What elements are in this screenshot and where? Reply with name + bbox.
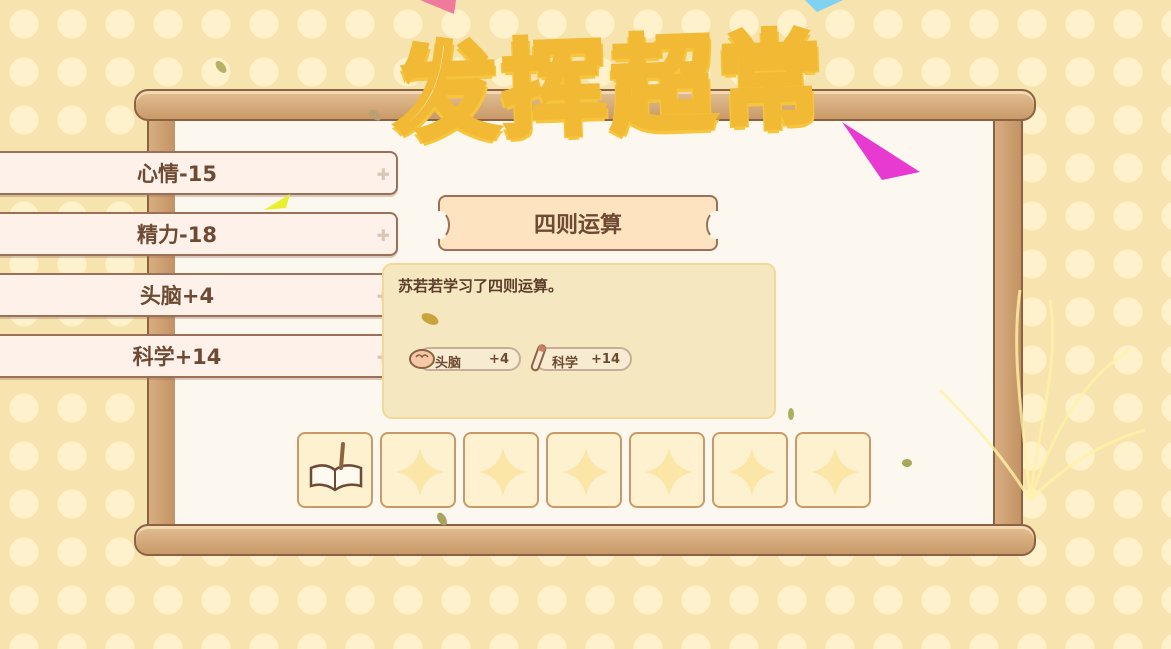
frame-rod-bottom — [134, 524, 1036, 556]
falling-leaf-icon — [437, 512, 447, 526]
reward-value: +14 — [591, 352, 620, 367]
falling-leaf-icon — [369, 109, 381, 121]
empty-slot-star-icon — [728, 448, 776, 496]
inventory-slot[interactable] — [629, 432, 705, 508]
inventory-slot[interactable] — [712, 432, 788, 508]
falling-leaf-icon — [215, 61, 227, 73]
empty-slot-star-icon — [562, 448, 610, 496]
brain-icon — [409, 349, 435, 369]
event-description-panel: 苏若若学习了四则运算。 头脑 +4 科学 +14 — [382, 263, 776, 419]
stat-change-energy: 精力-18 ✚ — [0, 212, 398, 256]
firework-sparkle-icon — [938, 289, 1146, 502]
reward-name: 头脑 — [435, 356, 462, 371]
stat-change-label: 心情-15 — [137, 162, 217, 186]
confetti-yellow-icon — [264, 194, 290, 210]
event-description: 苏若若学习了四则运算。 — [398, 277, 564, 295]
inventory-slot[interactable] — [463, 432, 539, 508]
sparkle-icon: ✚ — [376, 165, 390, 184]
sparkle-icon: ✚ — [376, 226, 390, 245]
event-title-tag: 四则运算 — [430, 195, 726, 251]
event-title: 四则运算 — [533, 213, 622, 238]
falling-leaf-icon — [421, 313, 439, 325]
empty-slot-star-icon — [479, 448, 527, 496]
inventory-slot[interactable] — [380, 432, 456, 508]
falling-leaf-icon — [902, 459, 912, 467]
inventory-slot[interactable] — [297, 432, 373, 508]
stat-change-label: 精力-18 — [137, 223, 217, 247]
test-tube-icon — [530, 344, 547, 372]
stat-change-label: 头脑+4 — [139, 284, 215, 308]
stat-change-mood: 心情-15 ✚ — [0, 151, 398, 195]
empty-slot-star-icon — [645, 448, 693, 496]
empty-slot-star-icon — [811, 448, 859, 496]
stat-change-label: 科学+14 — [132, 345, 222, 369]
book-quill-icon — [309, 442, 363, 492]
stat-change-science: 科学+14 ✚ — [0, 334, 398, 378]
falling-leaf-icon — [788, 408, 794, 420]
reward-chip-science: 科学 +14 — [530, 344, 632, 372]
reward-name: 科学 — [552, 356, 579, 371]
reward-value: +4 — [489, 352, 509, 367]
inventory-slot[interactable] — [546, 432, 622, 508]
empty-slot-star-icon — [396, 448, 444, 496]
inventory-slot[interactable] — [795, 432, 871, 508]
performance-banner-title: 发挥超常 — [390, 15, 831, 157]
reward-chip-mind: 头脑 +4 — [409, 347, 521, 371]
stat-change-mind: 头脑+4 ✚ — [0, 273, 398, 317]
